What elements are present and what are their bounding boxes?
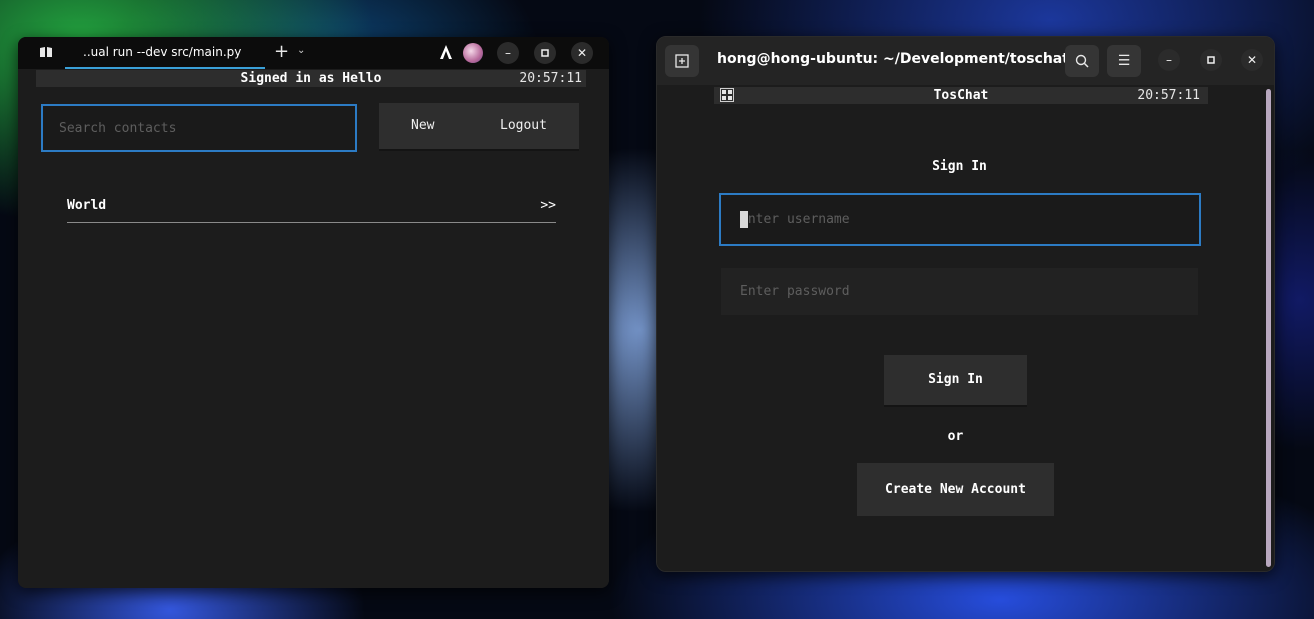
right-terminal-window: hong@hong-ubuntu: ~/Development/toschat …	[656, 36, 1275, 572]
avatar[interactable]	[463, 43, 483, 63]
window-title: hong@hong-ubuntu: ~/Development/toschat	[717, 51, 1069, 67]
chevron-down-icon[interactable]: ⌄	[297, 45, 305, 56]
app-header: Signed in as Hello 20:57:11	[36, 70, 586, 87]
signed-in-title: Signed in as Hello	[240, 71, 382, 86]
contact-name: World	[67, 198, 107, 213]
new-tab-icon[interactable]	[665, 45, 699, 77]
hamburger-menu-icon[interactable]: ☰	[1107, 45, 1141, 77]
new-button[interactable]: New	[411, 103, 434, 149]
book-icon[interactable]	[39, 45, 53, 59]
search-icon[interactable]	[1065, 45, 1099, 77]
logout-button[interactable]: Logout	[500, 103, 547, 149]
username-input[interactable]	[721, 195, 1180, 244]
maximize-icon[interactable]	[1200, 49, 1222, 71]
app-header: TosChat 20:57:11	[714, 87, 1208, 104]
list-item[interactable]: World >>	[67, 193, 556, 223]
text-cursor	[740, 211, 748, 228]
open-chat-arrow[interactable]: >>	[540, 198, 556, 213]
header-clock: 20:57:11	[1137, 88, 1200, 103]
minimize-icon[interactable]: –	[1158, 49, 1180, 71]
left-terminal-content: Signed in as Hello 20:57:11 New Logout W…	[18, 69, 609, 588]
password-input[interactable]	[721, 268, 1180, 315]
close-icon[interactable]: ✕	[1241, 49, 1263, 71]
header-clock: 20:57:11	[519, 71, 582, 86]
scrollbar[interactable]	[1266, 89, 1271, 567]
tab-main[interactable]: ..ual run --dev src/main.py	[65, 37, 265, 69]
close-icon[interactable]: ✕	[571, 42, 593, 64]
left-titlebar: ..ual run --dev src/main.py + ⌄ – ✕	[18, 37, 609, 69]
minimize-icon[interactable]: –	[497, 42, 519, 64]
username-field[interactable]	[719, 193, 1201, 246]
sign-in-heading: Sign In	[932, 159, 987, 174]
create-account-button[interactable]: Create New Account	[857, 463, 1054, 516]
or-separator: or	[947, 429, 964, 444]
search-input[interactable]	[43, 106, 355, 150]
maximize-icon[interactable]	[534, 42, 556, 64]
password-field[interactable]	[721, 268, 1198, 315]
app-title: TosChat	[933, 88, 989, 103]
right-titlebar: hong@hong-ubuntu: ~/Development/toschat …	[657, 37, 1274, 85]
right-terminal-content: TosChat 20:57:11 Sign In Sign In or Crea…	[657, 85, 1274, 571]
action-buttons: New Logout	[379, 103, 579, 151]
left-terminal-window: ..ual run --dev src/main.py + ⌄ – ✕ Sign…	[18, 37, 609, 588]
plus-icon[interactable]: +	[274, 41, 289, 63]
sign-in-button[interactable]: Sign In	[884, 355, 1027, 407]
search-contacts-box[interactable]	[41, 104, 357, 152]
a-logo-icon[interactable]	[439, 44, 453, 64]
tab-title: ..ual run --dev src/main.py	[83, 45, 242, 59]
